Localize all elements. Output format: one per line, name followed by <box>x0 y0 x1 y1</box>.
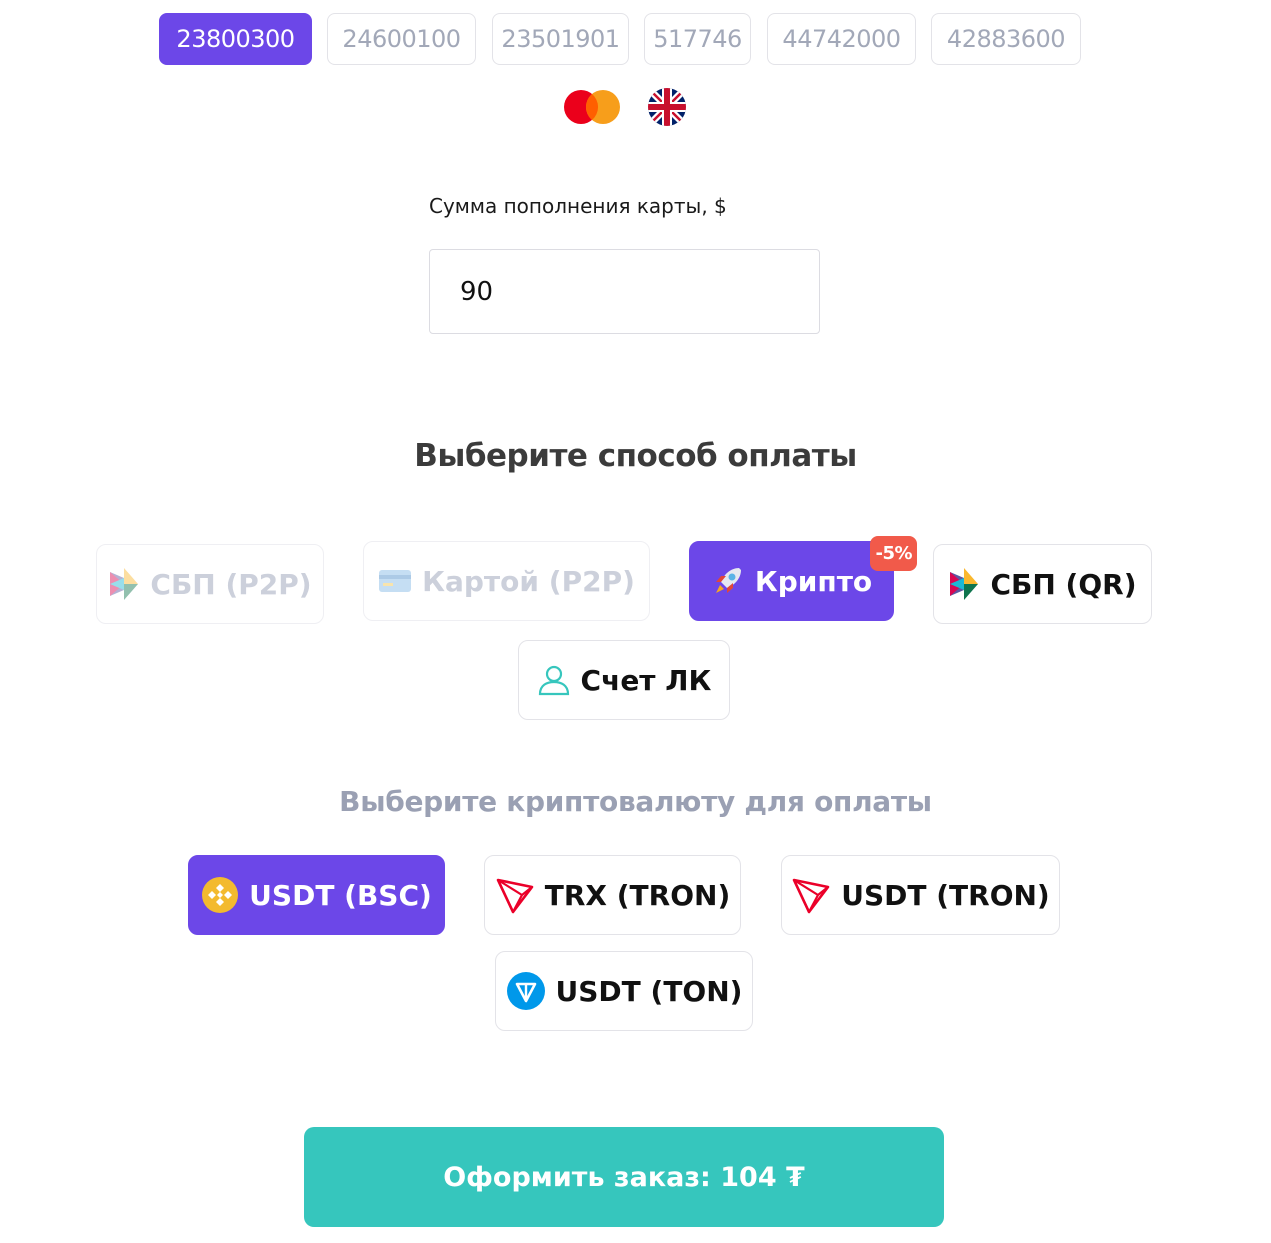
crypto-usdt-tron[interactable]: USDT (TRON) <box>781 855 1060 935</box>
sbp-icon <box>950 568 979 600</box>
crypto-label: TRX (TRON) <box>544 878 731 912</box>
bin-chip-23501901[interactable]: 23501901 <box>492 13 629 65</box>
method-account[interactable]: Счет ЛК <box>518 640 730 720</box>
tron-icon <box>496 878 534 914</box>
mastercard-icon <box>564 90 620 124</box>
tron-icon <box>792 878 830 914</box>
method-label: СБП (P2P) <box>150 567 312 601</box>
bin-chip-44742000[interactable]: 44742000 <box>767 13 916 65</box>
crypto-trx-tron[interactable]: TRX (TRON) <box>484 855 741 935</box>
crypto-usdt-bsc[interactable]: USDT (BSC) <box>188 855 445 935</box>
user-icon <box>538 665 569 696</box>
crypto-label: USDT (BSC) <box>249 878 432 912</box>
method-sbp-p2p[interactable]: СБП (P2P) <box>96 544 324 624</box>
submit-order-button[interactable]: Оформить заказ: 104 ₮ <box>304 1127 944 1227</box>
bin-chip-517746[interactable]: 517746 <box>644 13 751 65</box>
method-card-p2p[interactable]: Картой (P2P) <box>363 541 650 621</box>
bin-chip-42883600[interactable]: 42883600 <box>931 13 1081 65</box>
amount-input[interactable] <box>429 249 820 334</box>
method-sbp-qr[interactable]: СБП (QR) <box>933 544 1152 624</box>
method-label: СБП (QR) <box>990 567 1137 601</box>
credit-card-icon <box>379 570 412 592</box>
method-label: Счет ЛК <box>580 663 712 697</box>
crypto-usdt-ton[interactable]: USDT (TON) <box>495 951 753 1031</box>
ton-icon <box>506 972 545 1010</box>
discount-badge: -5% <box>870 536 917 571</box>
bin-chip-24600100[interactable]: 24600100 <box>327 13 476 65</box>
method-label: Картой (P2P) <box>422 564 635 598</box>
uk-flag-icon <box>648 88 686 126</box>
rocket-icon <box>715 568 741 593</box>
sbp-icon <box>110 568 139 600</box>
payment-method-title: Выберите способ оплаты <box>414 438 857 474</box>
amount-label: Сумма пополнения карты, $ <box>429 194 727 218</box>
bin-chip-23800300[interactable]: 23800300 <box>159 13 312 65</box>
method-crypto[interactable]: Крипто -5% <box>689 536 917 621</box>
crypto-label: USDT (TON) <box>555 974 743 1008</box>
crypto-label: USDT (TRON) <box>841 878 1050 912</box>
crypto-title: Выберите криптовалюту для оплаты <box>339 785 932 818</box>
method-label: Крипто <box>754 564 873 598</box>
bnb-icon <box>202 877 239 913</box>
